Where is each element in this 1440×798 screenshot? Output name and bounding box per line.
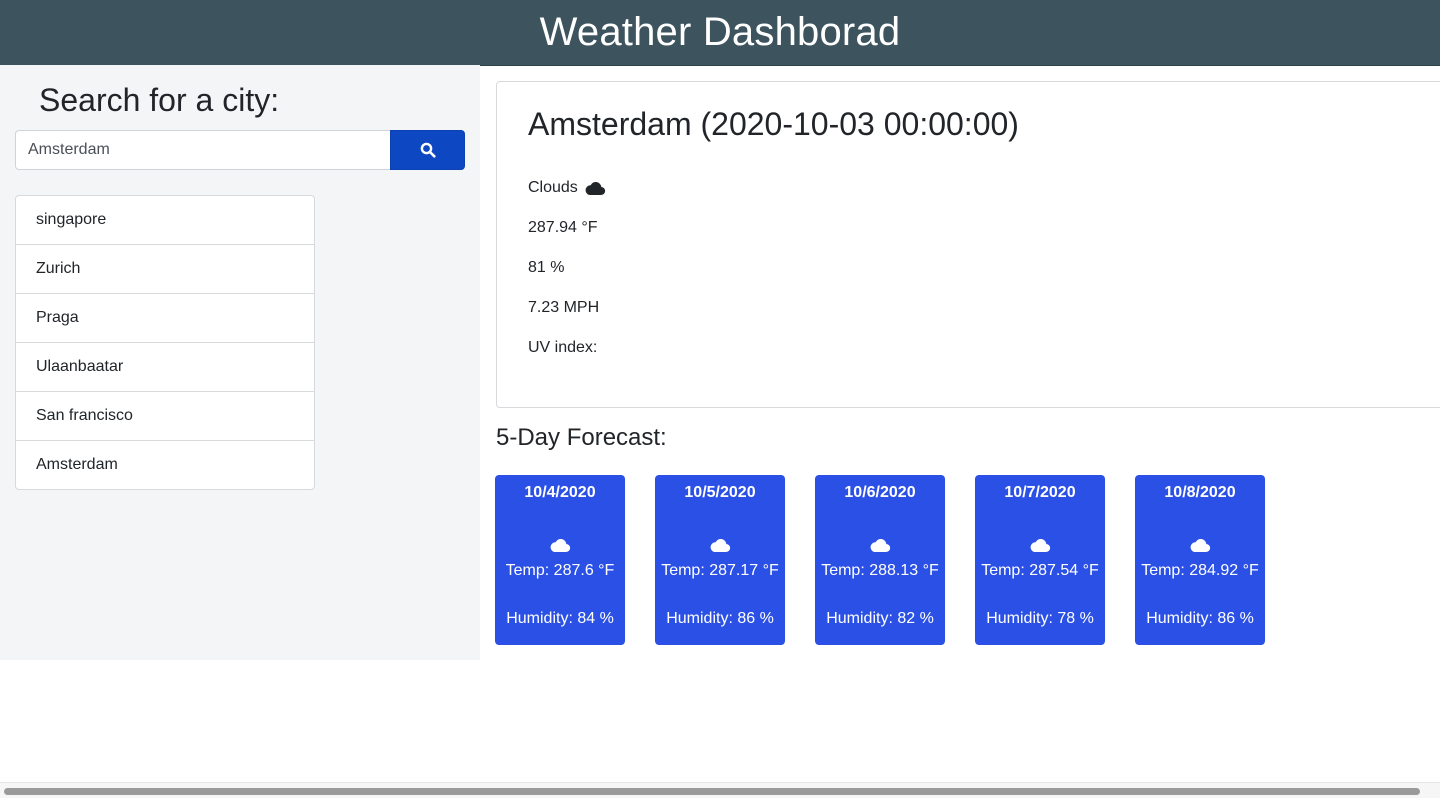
forecast-date: 10/6/2020	[844, 484, 916, 501]
forecast-date: 10/7/2020	[1004, 484, 1076, 501]
sidebar: Search for a city: singapore Zurich Prag…	[0, 65, 480, 660]
forecast-date: 10/4/2020	[524, 484, 596, 501]
forecast-date: 10/8/2020	[1164, 484, 1236, 501]
forecast-title: 5-Day Forecast:	[496, 424, 667, 451]
forecast-card: 10/8/2020 Temp: 284.92 °F Humidity: 86 %	[1135, 475, 1265, 645]
cloud-icon	[585, 181, 605, 196]
city-title: Amsterdam (2020-10-03 00:00:00)	[528, 106, 1019, 142]
temperature-value: 287.94 °F	[528, 219, 598, 236]
search-icon	[420, 142, 436, 158]
cloud-icon	[1030, 538, 1051, 553]
forecast-card: 10/4/2020 Temp: 287.6 °F Humidity: 84 %	[495, 475, 625, 645]
cloud-icon	[1190, 538, 1211, 553]
forecast-humidity: Humidity: 82 %	[826, 610, 934, 627]
page-title: Weather Dashborad	[539, 10, 901, 54]
history-item[interactable]: Amsterdam	[16, 441, 314, 489]
scrollbar-thumb[interactable]	[4, 788, 1420, 795]
uv-index-label: UV index:	[528, 339, 598, 356]
history-item[interactable]: San francisco	[16, 392, 314, 441]
condition-label: Clouds	[528, 179, 578, 196]
forecast-temp: Temp: 287.54 °F	[981, 562, 1099, 579]
search-history-list: singapore Zurich Praga Ulaanbaatar San f…	[15, 195, 315, 490]
app-header: Weather Dashborad	[0, 0, 1440, 66]
history-item[interactable]: Ulaanbaatar	[16, 343, 314, 392]
forecast-card: 10/6/2020 Temp: 288.13 °F Humidity: 82 %	[815, 475, 945, 645]
search-input[interactable]	[15, 130, 390, 170]
forecast-temp: Temp: 287.6 °F	[505, 562, 615, 579]
horizontal-scrollbar[interactable]	[0, 782, 1440, 798]
forecast-card: 10/7/2020 Temp: 287.54 °F Humidity: 78 %	[975, 475, 1105, 645]
forecast-date: 10/5/2020	[684, 484, 756, 501]
current-weather-card: Amsterdam (2020-10-03 00:00:00) Clouds 2…	[496, 81, 1440, 408]
forecast-temp: Temp: 287.17 °F	[661, 562, 779, 579]
forecast-humidity: Humidity: 84 %	[506, 610, 614, 627]
forecast-temp: Temp: 288.13 °F	[821, 562, 939, 579]
cloud-icon	[710, 538, 731, 553]
forecast-humidity: Humidity: 86 %	[1146, 610, 1254, 627]
forecast-card: 10/5/2020 Temp: 287.17 °F Humidity: 86 %	[655, 475, 785, 645]
forecast-humidity: Humidity: 78 %	[986, 610, 1094, 627]
search-button[interactable]	[390, 130, 465, 170]
forecast-temp: Temp: 284.92 °F	[1141, 562, 1259, 579]
history-item[interactable]: singapore	[16, 196, 314, 245]
search-title: Search for a city:	[39, 82, 280, 118]
forecast-humidity: Humidity: 86 %	[666, 610, 774, 627]
cloud-icon	[550, 538, 571, 553]
history-item[interactable]: Zurich	[16, 245, 314, 294]
history-item[interactable]: Praga	[16, 294, 314, 343]
humidity-value: 81 %	[528, 259, 565, 276]
weather-condition: Clouds	[528, 179, 606, 197]
wind-speed-value: 7.23 MPH	[528, 299, 600, 316]
cloud-icon	[870, 538, 891, 553]
